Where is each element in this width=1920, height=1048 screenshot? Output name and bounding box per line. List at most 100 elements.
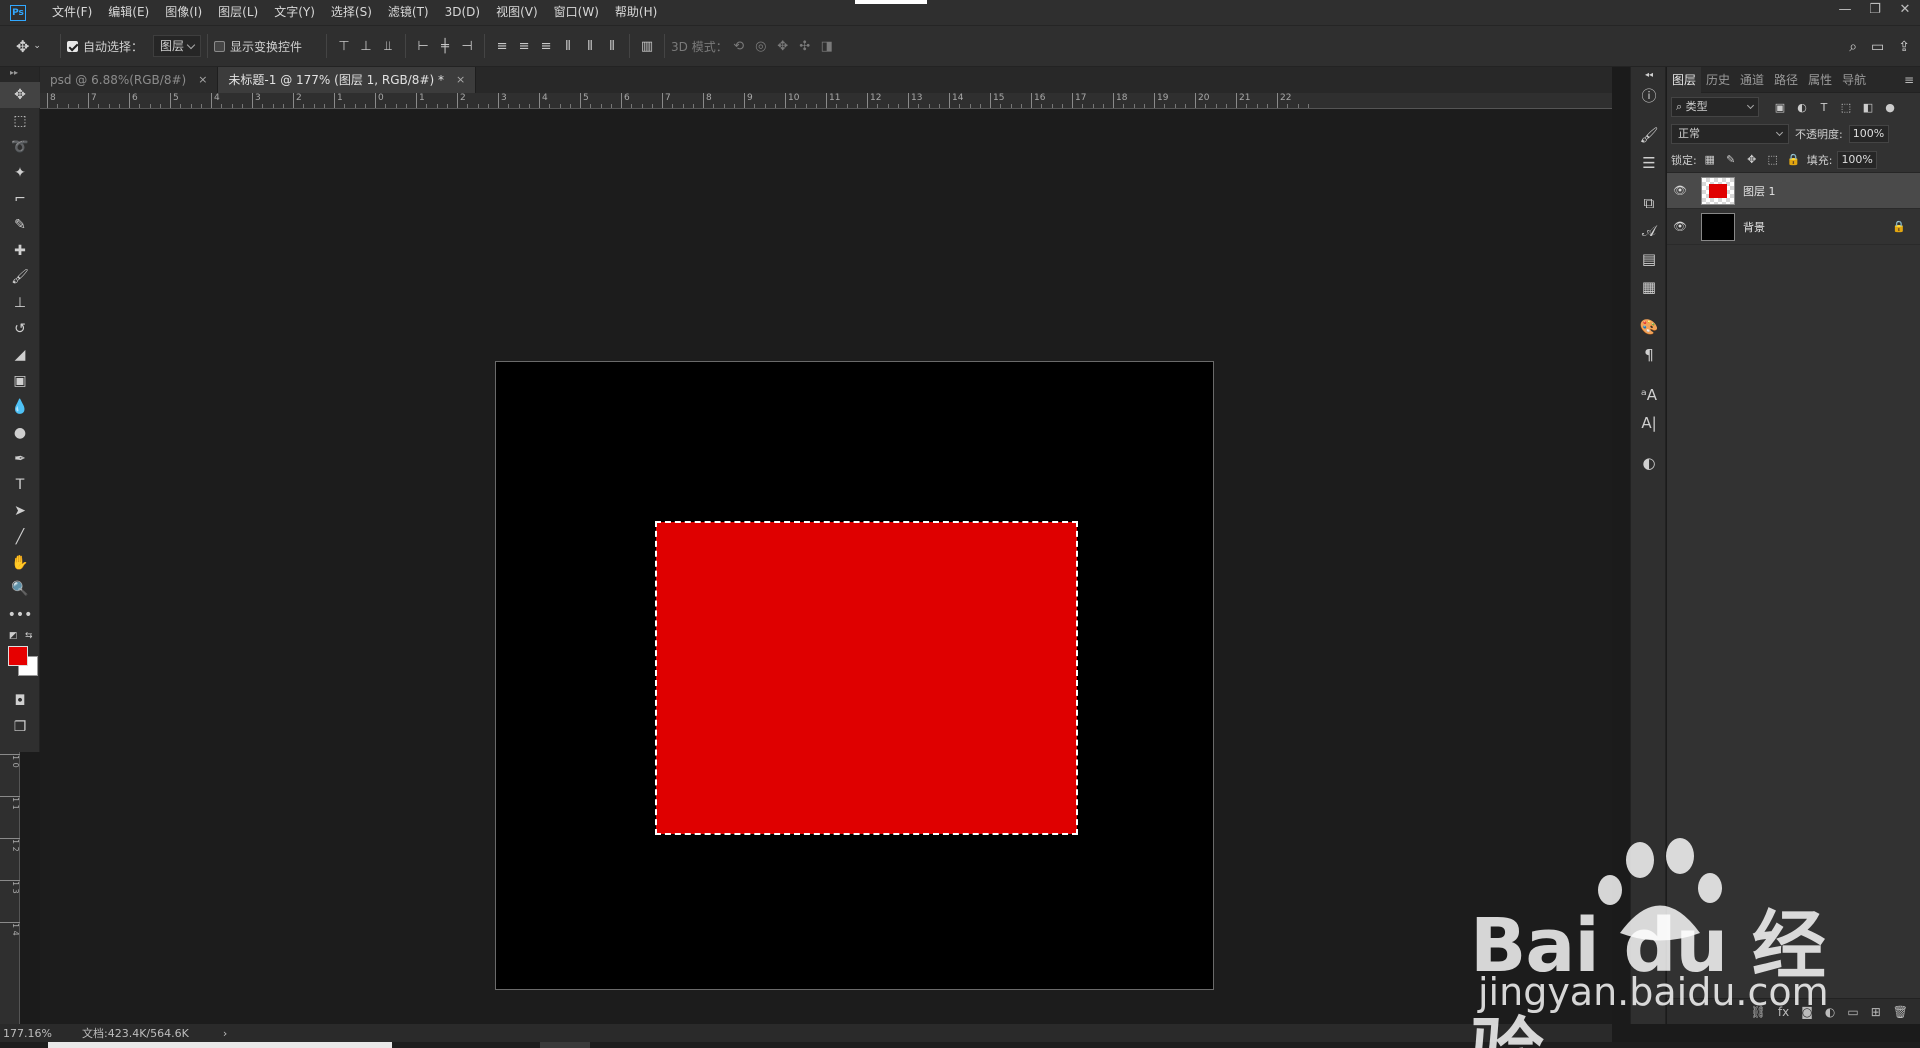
link-layers-icon[interactable]: ⛓: [1751, 1005, 1766, 1019]
canvas-workspace[interactable]: [40, 109, 1612, 1024]
align-left-icon[interactable]: ⊢: [412, 35, 434, 57]
delete-layer-icon[interactable]: 🗑: [1893, 1005, 1908, 1019]
menu-3d[interactable]: 3D(D): [437, 0, 488, 25]
auto-align-icon[interactable]: ▥: [636, 35, 658, 57]
auto-select-checkbox[interactable]: 自动选择：: [67, 38, 143, 55]
menu-window[interactable]: 窗口(W): [546, 0, 607, 25]
3d-roll-icon[interactable]: ◎: [750, 35, 772, 57]
collapse-panels-icon[interactable]: ◂◂: [1631, 67, 1667, 81]
opacity-input[interactable]: 100%: [1848, 125, 1889, 143]
new-layer-icon[interactable]: ⊞: [1871, 1005, 1881, 1019]
lock-all-icon[interactable]: 🔒: [1786, 153, 1802, 166]
filter-pixel-icon[interactable]: ▣: [1769, 101, 1791, 114]
lock-position-icon[interactable]: ✥: [1744, 153, 1760, 166]
search-icon[interactable]: ⌕: [1849, 39, 1857, 55]
move-tool-preset-icon[interactable]: ✥ ⌄: [16, 32, 54, 60]
adjustments-icon[interactable]: ◐: [1631, 449, 1667, 477]
minimize-button[interactable]: —: [1830, 0, 1860, 20]
3d-orbit-icon[interactable]: ⟲: [728, 35, 750, 57]
type-tool-icon[interactable]: T: [0, 472, 40, 498]
lock-image-icon[interactable]: ✎: [1723, 153, 1739, 166]
swatches-icon[interactable]: 🎨: [1631, 313, 1667, 341]
line-tool-icon[interactable]: ╱: [0, 524, 40, 550]
crop-tool-icon[interactable]: ⌐: [0, 186, 40, 212]
menu-help[interactable]: 帮助(H): [607, 0, 665, 25]
panel-menu-icon[interactable]: ≡: [1904, 73, 1914, 87]
filter-shape-icon[interactable]: ⬚: [1835, 101, 1857, 114]
lock-artboard-icon[interactable]: ⬚: [1765, 153, 1781, 166]
dodge-tool-icon[interactable]: ●: [0, 420, 40, 446]
document-canvas[interactable]: [495, 361, 1214, 990]
notes-icon[interactable]: ▦: [1631, 273, 1667, 301]
hand-tool-icon[interactable]: ✋: [0, 550, 40, 576]
distribute-left-icon[interactable]: ⦀: [557, 35, 579, 57]
menu-edit[interactable]: 编辑(E): [100, 0, 157, 25]
distribute-bottom-icon[interactable]: ≡: [535, 35, 557, 57]
collapse-toolbar-icon[interactable]: ▸▸: [0, 67, 39, 82]
new-adjustment-icon[interactable]: ◐: [1825, 1005, 1835, 1019]
lock-transparent-icon[interactable]: ▦: [1702, 153, 1718, 166]
align-vcenter-icon[interactable]: ⊥: [355, 35, 377, 57]
marquee-tool-icon[interactable]: ⬚: [0, 108, 40, 134]
new-group-icon[interactable]: ▭: [1847, 1005, 1858, 1019]
close-tab-icon[interactable]: ×: [456, 67, 465, 93]
add-mask-icon[interactable]: ◙: [1801, 1005, 1813, 1019]
glyphs-icon[interactable]: 𝒜: [1631, 217, 1667, 245]
menu-layer[interactable]: 图层(L): [210, 0, 266, 25]
auto-select-target-dropdown[interactable]: 图层: [153, 35, 202, 57]
info-icon[interactable]: ⓘ: [1631, 81, 1667, 109]
align-top-icon[interactable]: ⊤: [333, 35, 355, 57]
path-selection-tool-icon[interactable]: ➤: [0, 498, 40, 524]
filter-type-icon[interactable]: T: [1813, 101, 1835, 114]
3d-slide-icon[interactable]: ✣: [794, 35, 816, 57]
tab-untitled-1[interactable]: 未标题-1 @ 177% (图层 1, RGB/8#) * ×: [218, 67, 477, 93]
screen-mode-icon[interactable]: ❐: [0, 714, 40, 740]
align-hcenter-icon[interactable]: ╪: [434, 35, 456, 57]
3d-pan-icon[interactable]: ✥: [772, 35, 794, 57]
filter-adjustment-icon[interactable]: ◐: [1791, 101, 1813, 114]
paragraph-icon[interactable]: ¶: [1631, 341, 1667, 369]
layer-row-layer-1[interactable]: 👁 图层 1: [1667, 173, 1920, 209]
filter-kind-dropdown[interactable]: ⌕ 类型: [1671, 97, 1759, 117]
zoom-tool-icon[interactable]: 🔍: [0, 576, 40, 602]
menu-type[interactable]: 文字(Y): [266, 0, 323, 25]
quick-mask-icon[interactable]: ◘: [0, 688, 40, 714]
history-brush-tool-icon[interactable]: ↺: [0, 316, 40, 342]
filter-smart-object-icon[interactable]: ◧: [1857, 101, 1879, 114]
workspace-icon[interactable]: ▭: [1871, 39, 1884, 55]
swap-colors-icon[interactable]: ⇆: [25, 631, 33, 641]
menu-file[interactable]: 文件(F): [44, 0, 100, 25]
menu-select[interactable]: 选择(S): [323, 0, 380, 25]
brush-settings-icon[interactable]: ☰: [1631, 149, 1667, 177]
menu-image[interactable]: 图像(I): [157, 0, 210, 25]
character-styles-icon[interactable]: ᵃA: [1631, 381, 1667, 409]
distribute-top-icon[interactable]: ≡: [491, 35, 513, 57]
brush-tool-icon[interactable]: 🖌: [0, 264, 40, 290]
menu-filter[interactable]: 滤镜(T): [380, 0, 437, 25]
tab-navigator[interactable]: 导航: [1837, 67, 1871, 93]
share-icon[interactable]: ⇪: [1898, 39, 1910, 55]
tab-psd[interactable]: psd @ 6.88%(RGB/8#) ×: [40, 67, 219, 93]
more-tools-icon[interactable]: •••: [0, 602, 40, 628]
close-tab-icon[interactable]: ×: [198, 67, 207, 93]
blend-mode-dropdown[interactable]: 正常: [1671, 124, 1789, 144]
menu-view[interactable]: 视图(V): [488, 0, 546, 25]
clone-source-icon[interactable]: ⧉: [1631, 189, 1667, 217]
tab-paths[interactable]: 路径: [1769, 67, 1803, 93]
red-rectangle-selection[interactable]: [655, 521, 1078, 835]
align-bottom-icon[interactable]: ⫫: [377, 35, 399, 57]
checkbox-unchecked-icon[interactable]: [214, 40, 226, 52]
foreground-color-swatch[interactable]: [8, 646, 28, 666]
layer-style-icon[interactable]: fx: [1778, 1005, 1789, 1019]
eraser-tool-icon[interactable]: ◢: [0, 342, 40, 368]
layer-comps-icon[interactable]: ▤: [1631, 245, 1667, 273]
tab-history[interactable]: 历史: [1701, 67, 1735, 93]
filter-toggle-icon[interactable]: ●: [1879, 101, 1901, 114]
checkbox-checked-icon[interactable]: [67, 40, 78, 52]
distribute-hcenter-icon[interactable]: ⦀: [579, 35, 601, 57]
zoom-level[interactable]: 177.16%: [0, 1027, 60, 1040]
pen-tool-icon[interactable]: ✒: [0, 446, 40, 472]
fill-input[interactable]: 100%: [1837, 150, 1878, 169]
tab-layers[interactable]: 图层: [1667, 66, 1702, 93]
3d-scale-icon[interactable]: ◨: [816, 35, 838, 57]
